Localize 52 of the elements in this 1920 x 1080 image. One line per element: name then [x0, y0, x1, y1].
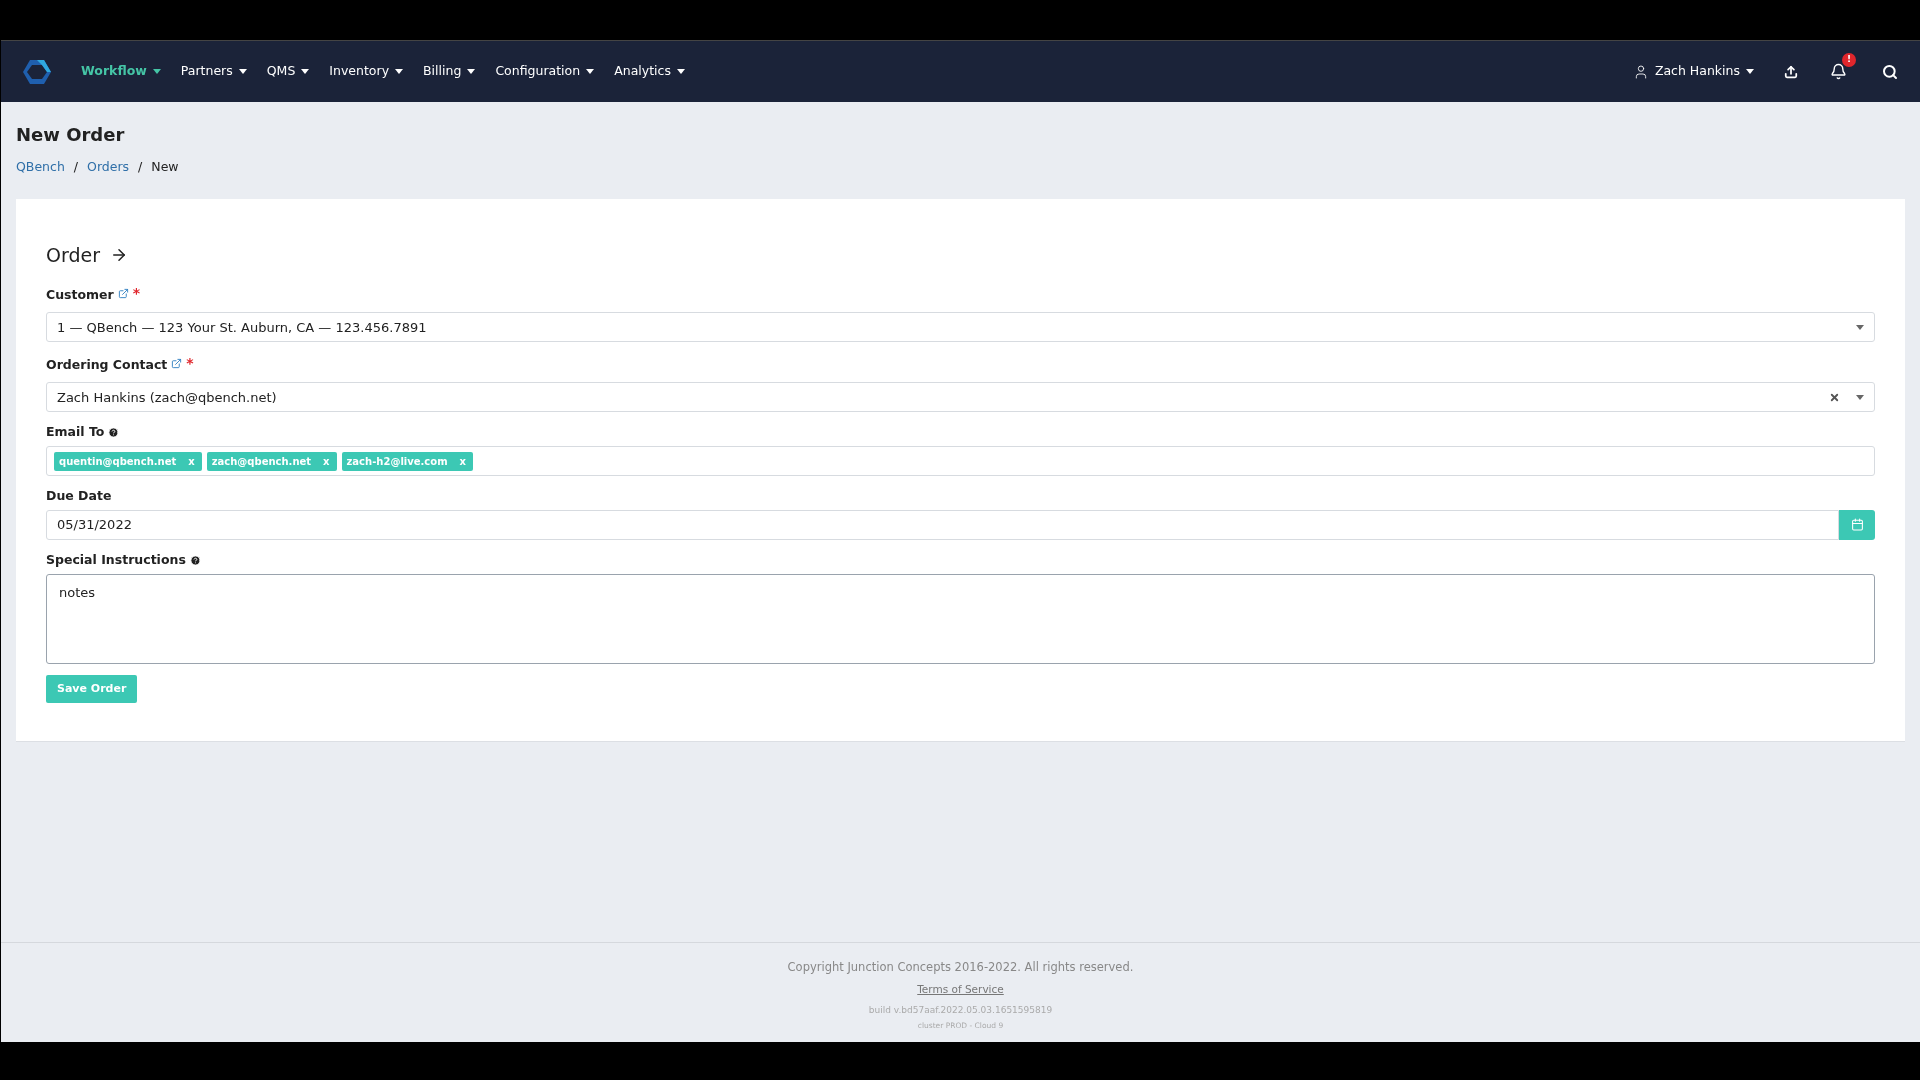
field-label: Ordering Contact	[46, 356, 168, 375]
breadcrumb-link[interactable]: QBench	[16, 158, 65, 177]
clear-icon[interactable]	[1829, 391, 1840, 403]
select-field[interactable]: 1 — QBench — 123 Your St. Auburn, CA — 123.456.7891	[46, 312, 1875, 343]
nav-menu[interactable]: Inventory	[329, 62, 404, 81]
notification-badge: !	[1842, 53, 1856, 67]
caret-icon	[152, 69, 161, 74]
arrow-right-icon[interactable]	[110, 246, 128, 264]
build-text: build v.bd57aaf.2022.05.03.1651595819	[868, 1004, 1053, 1017]
external-link-icon[interactable]	[117, 288, 129, 300]
text-area[interactable]: notes	[46, 573, 1875, 664]
logo-icon[interactable]	[23, 58, 51, 85]
caret-icon	[1856, 394, 1864, 400]
section-heading: Order	[46, 242, 100, 268]
breadcrumb-separator: /	[138, 158, 143, 176]
caret-icon	[301, 69, 310, 74]
email-tag: zach@qbench.net x	[206, 451, 337, 471]
user-menu[interactable]: Zach Hankins	[1632, 62, 1754, 81]
caret-icon	[238, 69, 247, 74]
copyright-text: Copyright Junction Concepts 2016-2022. All rights reserved.	[787, 959, 1134, 976]
nav-menu[interactable]: Partners	[180, 62, 247, 81]
field-label: Email To	[46, 423, 105, 442]
nav-menu[interactable]: Analytics	[614, 62, 685, 81]
nav-menu[interactable]: Workflow	[81, 62, 161, 81]
upload-icon[interactable]	[1784, 64, 1798, 79]
page-title: New Order	[16, 123, 126, 147]
nav-menu[interactable]: Configuration	[495, 62, 595, 81]
caret-icon	[395, 69, 404, 74]
breadcrumb-current: New	[151, 158, 179, 176]
caret-icon	[1746, 69, 1754, 74]
date-field[interactable]: 05/31/2022	[46, 509, 1839, 540]
email-tag: quentin@qbench.net x	[54, 451, 202, 471]
caret-icon	[676, 69, 685, 74]
caret-icon	[1856, 324, 1864, 330]
breadcrumb-link[interactable]: Orders	[87, 158, 130, 177]
terms-link[interactable]: Terms of Service	[917, 982, 1004, 998]
external-link-icon[interactable]	[171, 358, 183, 370]
search-icon[interactable]	[1882, 63, 1898, 80]
field-label: Customer	[46, 286, 114, 305]
nav-menu[interactable]: Billing	[423, 62, 476, 81]
select-field[interactable]: Zach Hankins (zach@qbench.net)	[46, 382, 1875, 413]
field-label: Due Date	[46, 487, 112, 505]
caret-icon	[586, 69, 595, 74]
required-mark: *	[132, 284, 141, 304]
breadcrumb-separator: /	[73, 158, 79, 176]
notification-bell-icon[interactable]	[1830, 63, 1847, 80]
email-tag: zach-h2@live.com x	[341, 451, 473, 471]
nav-menu[interactable]: QMS	[266, 62, 310, 81]
required-mark: *	[186, 354, 194, 374]
caret-icon	[467, 69, 476, 74]
field-label: Special Instructions	[46, 550, 186, 569]
calendar-icon	[1850, 518, 1864, 532]
